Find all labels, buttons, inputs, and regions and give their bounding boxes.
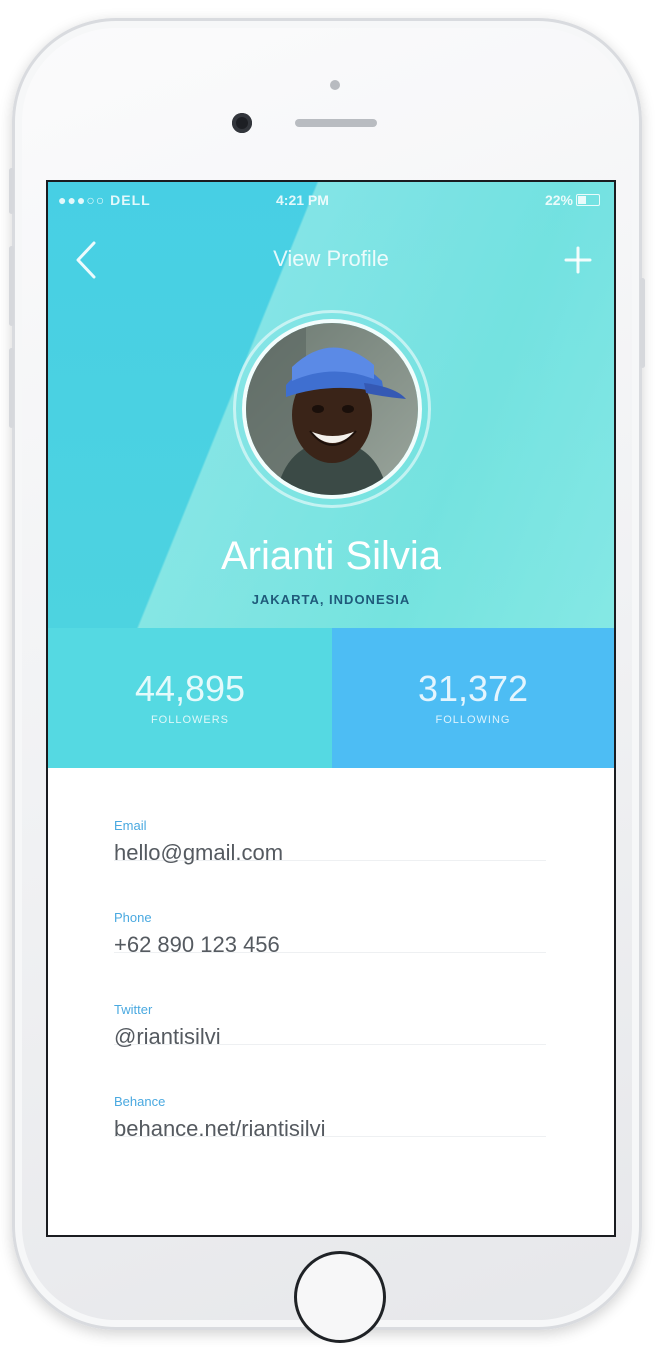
behance-value: behance.net/riantisilvi (114, 1116, 326, 1141)
battery-icon (576, 194, 600, 206)
power-button (640, 278, 645, 368)
phone-label: Phone (114, 910, 152, 925)
following-stat[interactable]: 31,372 FOLLOWING (332, 628, 614, 768)
front-camera (232, 113, 252, 133)
sensor-dot (330, 80, 340, 90)
status-time: 4:21 PM (276, 192, 329, 208)
status-bar: ●●●○○ DELL 4:21 PM 22% (48, 182, 614, 218)
email-label: Email (114, 818, 147, 833)
followers-stat[interactable]: 44,895 FOLLOWERS (48, 628, 332, 768)
followers-label: FOLLOWERS (150, 714, 230, 726)
page-title: View Profile (273, 246, 389, 271)
home-button[interactable] (294, 1251, 386, 1343)
earpiece-speaker (295, 119, 377, 127)
contact-row-twitter[interactable]: Twitter @riantisilvi (114, 952, 546, 1049)
carrier-label: ●●●○○ DELL (58, 192, 151, 208)
avatar[interactable] (246, 323, 418, 495)
add-button[interactable] (558, 238, 598, 282)
avatar-photo (246, 323, 418, 495)
profile-header: ●●●○○ DELL 4:21 PM 22% View Profile Aria… (48, 182, 614, 628)
contact-row-behance[interactable]: Behance behance.net/riantisilvi (114, 1044, 546, 1141)
contact-details: Email hello@gmail.com Phone +62 890 123 … (48, 768, 614, 1235)
silent-switch (9, 168, 14, 214)
profile-location: JAKARTA, INDONESIA (251, 592, 411, 607)
volume-up-button (9, 246, 14, 326)
profile-name: Arianti Silvia (220, 534, 442, 578)
app-screen: ●●●○○ DELL 4:21 PM 22% View Profile Aria… (48, 182, 614, 1235)
behance-label: Behance (114, 1094, 166, 1109)
twitter-label: Twitter (114, 1002, 153, 1017)
plus-icon (564, 246, 592, 274)
battery-status: 22% (545, 192, 600, 208)
contact-row-email[interactable]: Email hello@gmail.com (114, 768, 546, 865)
following-count: 31,372 (417, 668, 529, 709)
contact-row-phone[interactable]: Phone +62 890 123 456 (114, 860, 546, 957)
following-label: FOLLOWING (435, 714, 511, 726)
battery-percent: 22% (544, 192, 573, 208)
followers-count: 44,895 (134, 668, 246, 709)
stats-bar: 44,895 FOLLOWERS 31,372 FOLLOWING (48, 628, 614, 768)
volume-down-button (9, 348, 14, 428)
